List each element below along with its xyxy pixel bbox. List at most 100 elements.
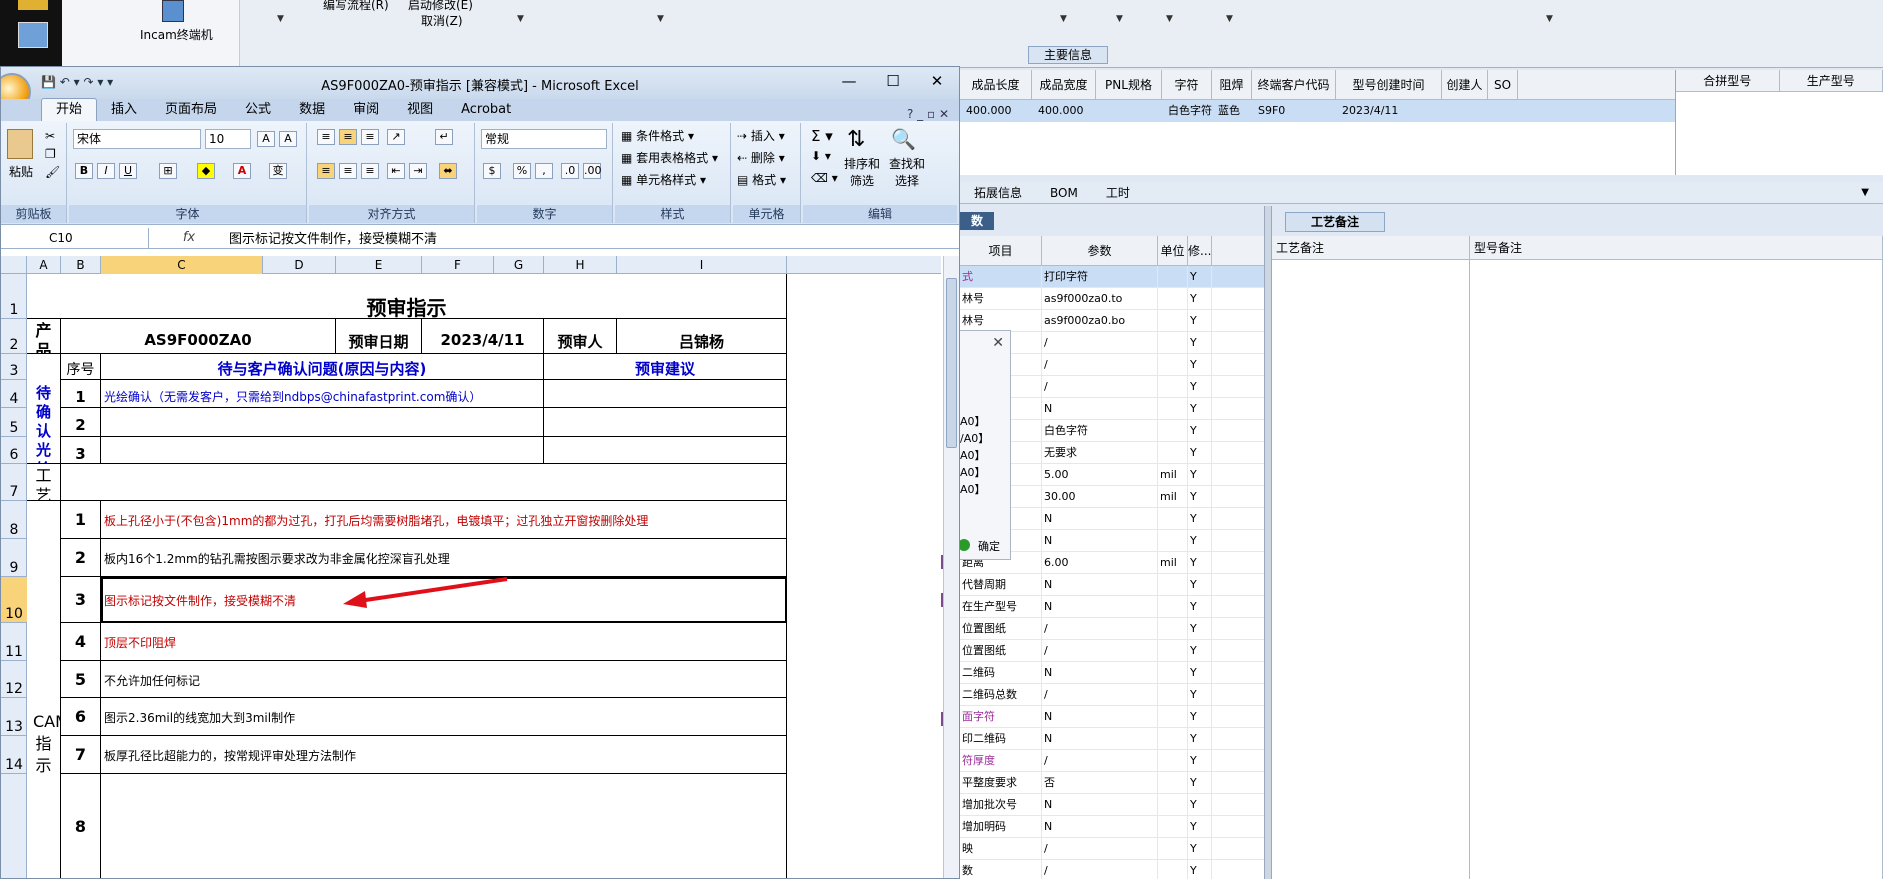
wrap-text-icon[interactable]: ↵: [435, 129, 453, 145]
sort-filter-icon[interactable]: ⇅: [847, 127, 865, 152]
param-row[interactable]: 二维码 N Y: [960, 662, 1264, 684]
align-center-icon[interactable]: ≡: [339, 163, 357, 179]
tab-work-hours[interactable]: 工时: [1106, 184, 1130, 201]
dropdown-arrow-icon[interactable]: ▼: [1226, 14, 1233, 24]
popup-ok-button[interactable]: 确定: [978, 538, 1000, 554]
find-select-button[interactable]: 查找和选择: [887, 155, 927, 189]
format-painter-icon[interactable]: 🖌: [45, 165, 60, 179]
row-header[interactable]: 3: [1, 354, 27, 380]
underline-icon[interactable]: U: [119, 163, 137, 179]
row-header[interactable]: 11: [1, 623, 27, 661]
tab-acrobat[interactable]: Acrobat: [447, 99, 525, 121]
clear-icon[interactable]: ⌫ ▾: [811, 171, 838, 185]
menu-write-flow[interactable]: 编写流程(R): [323, 0, 389, 13]
column-header[interactable]: B: [61, 256, 101, 274]
grid-header-cell[interactable]: 终端客户代码: [1252, 70, 1336, 99]
conditional-format-button[interactable]: ▦ 条件格式 ▾: [621, 127, 694, 144]
insert-cells-button[interactable]: ⇢ 插入 ▾: [737, 127, 785, 144]
param-header-unit[interactable]: 单位: [1158, 236, 1188, 265]
italic-icon[interactable]: I: [97, 163, 115, 179]
craft-notes-area[interactable]: [1272, 260, 1470, 879]
dropdown-arrow-icon[interactable]: ▼: [1166, 14, 1173, 24]
border-icon[interactable]: ⊞: [159, 163, 177, 179]
percent-icon[interactable]: %: [513, 163, 531, 179]
merge-model-header[interactable]: 合拼型号: [1676, 70, 1780, 91]
increase-indent-icon[interactable]: ⇥: [409, 163, 427, 179]
decrease-decimal-icon[interactable]: .00: [583, 163, 602, 179]
param-row[interactable]: 面字符 N Y: [960, 706, 1264, 728]
vertical-scrollbar[interactable]: [943, 256, 959, 878]
paste-icon[interactable]: [7, 129, 33, 159]
row-header[interactable]: 10: [1, 577, 27, 623]
grid-header-cell[interactable]: PNL规格: [1096, 70, 1162, 99]
row-header[interactable]: 14: [1, 736, 27, 774]
dropdown-arrow-icon[interactable]: ▼: [277, 14, 284, 24]
craft-notes-body[interactable]: [1272, 260, 1883, 879]
param-header-item[interactable]: 项目: [960, 236, 1042, 265]
row-header[interactable]: 12: [1, 661, 27, 698]
merge-center-icon[interactable]: ⬌: [439, 163, 457, 179]
row-header[interactable]: 8: [1, 501, 27, 539]
param-row[interactable]: 数 / Y: [960, 860, 1264, 879]
help-icon[interactable]: ? _ ▫ ✕: [907, 107, 949, 121]
tab-home[interactable]: 开始: [41, 98, 98, 121]
fill-icon[interactable]: ⬇ ▾: [811, 149, 831, 163]
table-format-button[interactable]: ▦ 套用表格格式 ▾: [621, 149, 718, 166]
bold-icon[interactable]: B: [75, 163, 93, 179]
param-row[interactable]: 印二维码 N Y: [960, 728, 1264, 750]
row-header[interactable]: 13: [1, 698, 27, 736]
column-header[interactable]: C: [101, 256, 263, 274]
minimize-icon[interactable]: —: [827, 67, 871, 95]
fill-color-icon[interactable]: ◆: [197, 163, 215, 179]
grid-header-cell[interactable]: 成品长度: [960, 70, 1032, 99]
row-header[interactable]: 6: [1, 437, 27, 464]
grid-header-cell[interactable]: 创建人: [1442, 70, 1488, 99]
dropdown-arrow-icon[interactable]: ▼: [517, 14, 524, 24]
name-box[interactable]: C10: [1, 227, 149, 248]
dropdown-arrow-icon[interactable]: ▼: [1060, 14, 1067, 24]
orientation-icon[interactable]: ↗: [387, 129, 405, 145]
align-top-icon[interactable]: ≡: [317, 129, 335, 145]
param-row[interactable]: 映 / Y: [960, 838, 1264, 860]
column-header[interactable]: F: [422, 256, 494, 274]
grid-header-cell[interactable]: 型号创建时间: [1336, 70, 1442, 99]
row-header[interactable]: 7: [1, 464, 27, 501]
align-middle-icon[interactable]: ≡: [339, 129, 357, 145]
cut-icon[interactable]: ✂: [45, 129, 55, 143]
production-model-header[interactable]: 生产型号: [1780, 70, 1883, 91]
param-row[interactable]: 在生产型号 N Y: [960, 596, 1264, 618]
fx-icon[interactable]: fx: [149, 230, 229, 245]
sort-filter-button[interactable]: 排序和筛选: [843, 155, 881, 189]
row-header[interactable]: 4: [1, 380, 27, 408]
tab-view[interactable]: 视图: [393, 99, 447, 121]
column-header[interactable]: E: [336, 256, 422, 274]
delete-cells-button[interactable]: ⇠ 删除 ▾: [737, 149, 785, 166]
row-header[interactable]: 1: [1, 274, 27, 319]
tab-page-layout[interactable]: 页面布局: [151, 99, 231, 121]
number-format-select[interactable]: 常规: [481, 129, 607, 149]
param-row[interactable]: 平整度要求否 Y: [960, 772, 1264, 794]
tab-extended-info[interactable]: 拓展信息: [974, 184, 1022, 201]
app-icon[interactable]: [18, 0, 48, 10]
tab-formulas[interactable]: 公式: [231, 99, 285, 121]
grid-header-cell[interactable]: 成品宽度: [1032, 70, 1096, 99]
autosum-icon[interactable]: Σ ▾: [811, 127, 833, 145]
param-row[interactable]: 位置图纸 / Y: [960, 618, 1264, 640]
dropdown-arrow-icon[interactable]: ▼: [1546, 14, 1553, 24]
font-color-icon[interactable]: A: [233, 163, 251, 179]
param-row[interactable]: 二维码总数 / Y: [960, 684, 1264, 706]
tab-review[interactable]: 审阅: [339, 99, 393, 121]
decrease-font-icon[interactable]: A: [279, 131, 297, 147]
grid-header-cell[interactable]: SO: [1488, 70, 1518, 99]
comma-icon[interactable]: ,: [535, 163, 553, 179]
excel-title-bar[interactable]: 💾 ↶ ▾ ↷ ▾ ▾ AS9F000ZA0-预审指示 [兼容模式] - Mic…: [1, 67, 959, 111]
close-icon[interactable]: ✕: [992, 335, 1004, 351]
worksheet[interactable]: 预审指示产品编号 AS9F000ZA0 预审日期 2023/4/11 预审人 吕锦杨待确认…: [27, 274, 943, 878]
column-header[interactable]: H: [544, 256, 617, 274]
dropdown-arrow-icon[interactable]: ▼: [657, 14, 664, 24]
font-name-select[interactable]: 宋体: [73, 129, 201, 149]
param-row[interactable]: 代替周期 N Y: [960, 574, 1264, 596]
tab-params[interactable]: 数: [960, 212, 994, 230]
tab-data[interactable]: 数据: [285, 99, 339, 121]
menu-cancel[interactable]: 取消(Z): [421, 12, 463, 29]
